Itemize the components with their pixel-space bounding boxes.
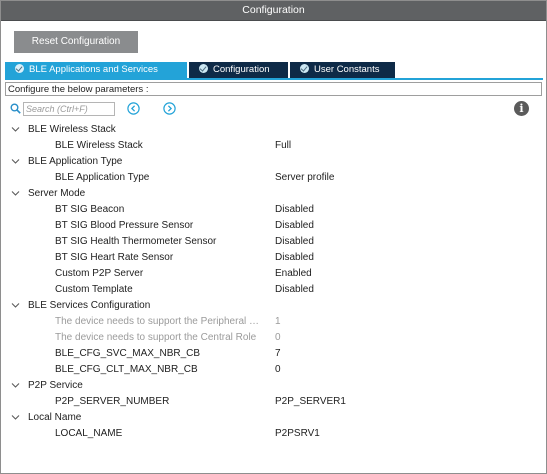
search-input[interactable] [23,102,115,116]
chevron-down-icon[interactable] [11,414,20,421]
parameter-name: Custom Template [55,284,133,295]
parameter-name: BLE_CFG_CLT_MAX_NBR_CB [55,364,198,375]
tab-ble-applications-and-services[interactable]: BLE Applications and Services [5,62,187,78]
tab-bar: BLE Applications and Services Configurat… [5,62,543,80]
parameter-row[interactable]: LOCAL_NAME P2PSRV1 [1,426,546,442]
tab-user-constants[interactable]: User Constants [290,62,395,78]
check-circle-icon [199,64,208,73]
parameter-value[interactable]: Disabled [275,234,314,250]
group-label: BLE Application Type [28,156,123,167]
parameter-row[interactable]: BT SIG Blood Pressure Sensor Disabled [1,218,546,234]
tab-label: BLE Applications and Services [29,64,158,75]
reset-configuration-button[interactable]: Reset Configuration [14,31,138,53]
chevron-down-icon[interactable] [11,382,20,389]
parameter-name: The device needs to support the Peripher… [55,316,260,327]
tree-group[interactable]: Local Name [1,410,546,426]
tree-group[interactable]: BLE Application Type [1,154,546,170]
tab-configuration[interactable]: Configuration [189,62,288,78]
check-circle-icon [300,64,309,73]
parameter-value[interactable]: Disabled [275,202,314,218]
tree-group[interactable]: BLE Wireless Stack [1,122,546,138]
parameter-name: BT SIG Heart Rate Sensor [55,252,174,263]
group-label: BLE Wireless Stack [28,124,116,135]
parameter-row[interactable]: Custom Template Disabled [1,282,546,298]
parameter-row[interactable]: BLE Application Type Server profile [1,170,546,186]
parameter-value[interactable]: 1 [275,314,281,330]
group-label: Server Mode [28,188,86,199]
parameter-name: BLE Wireless Stack [55,140,143,151]
configuration-window: Configuration Reset Configuration BLE Ap… [0,0,547,474]
parameter-row[interactable]: Custom P2P Server Enabled [1,266,546,282]
group-label: BLE Services Configuration [28,300,151,311]
parameter-value[interactable]: Disabled [275,218,314,234]
parameter-value[interactable]: Server profile [275,170,334,186]
window-title: Configuration [1,1,546,21]
chevron-down-icon[interactable] [11,190,20,197]
group-label: P2P Service [28,380,83,391]
parameter-row[interactable]: BT SIG Heart Rate Sensor Disabled [1,250,546,266]
check-circle-icon [15,64,24,73]
tab-label: Configuration [213,64,270,75]
chevron-right-circle-icon[interactable] [163,102,176,115]
tree-group[interactable]: BLE Services Configuration [1,298,546,314]
chevron-left-circle-icon[interactable] [127,102,140,115]
parameter-value[interactable]: 7 [275,346,281,362]
parameter-name: BLE_CFG_SVC_MAX_NBR_CB [55,348,201,359]
chevron-down-icon[interactable] [11,302,20,309]
parameter-value[interactable]: P2PSRV1 [275,426,320,442]
parameter-row[interactable]: The device needs to support the Central … [1,330,546,346]
parameter-name: BT SIG Health Thermometer Sensor [55,236,217,247]
chevron-down-icon[interactable] [11,126,20,133]
parameter-name: BT SIG Blood Pressure Sensor [55,220,194,231]
parameter-name: BT SIG Beacon [55,204,125,215]
tree-group[interactable]: P2P Service [1,378,546,394]
parameter-row[interactable]: BT SIG Beacon Disabled [1,202,546,218]
parameter-row[interactable]: BLE_CFG_CLT_MAX_NBR_CB 0 [1,362,546,378]
info-icon[interactable]: i [514,101,529,116]
parameter-row[interactable]: P2P_SERVER_NUMBER P2P_SERVER1 [1,394,546,410]
parameter-row[interactable]: BLE_CFG_SVC_MAX_NBR_CB 7 [1,346,546,362]
parameter-value[interactable]: 0 [275,362,281,378]
parameter-name: P2P_SERVER_NUMBER [55,396,170,407]
parameter-name: BLE Application Type [55,172,150,183]
group-label: Local Name [28,412,82,423]
parameter-row[interactable]: The device needs to support the Peripher… [1,314,546,330]
parameter-value[interactable]: P2P_SERVER1 [275,394,346,410]
parameter-value[interactable]: 0 [275,330,281,346]
parameter-name: The device needs to support the Central … [55,332,257,343]
parameter-name: Custom P2P Server [55,268,144,279]
parameter-value[interactable]: Disabled [275,250,314,266]
parameter-name: LOCAL_NAME [55,428,123,439]
parameter-value[interactable]: Enabled [275,266,312,282]
parameter-value[interactable]: Disabled [275,282,314,298]
parameters-header: Configure the below parameters : [5,82,542,96]
chevron-down-icon[interactable] [11,158,20,165]
tab-label: User Constants [314,64,380,75]
search-icon[interactable] [10,103,21,114]
tree-group[interactable]: Server Mode [1,186,546,202]
parameter-row[interactable]: BT SIG Health Thermometer Sensor Disabled [1,234,546,250]
parameter-row[interactable]: BLE Wireless Stack Full [1,138,546,154]
parameter-value[interactable]: Full [275,138,291,154]
